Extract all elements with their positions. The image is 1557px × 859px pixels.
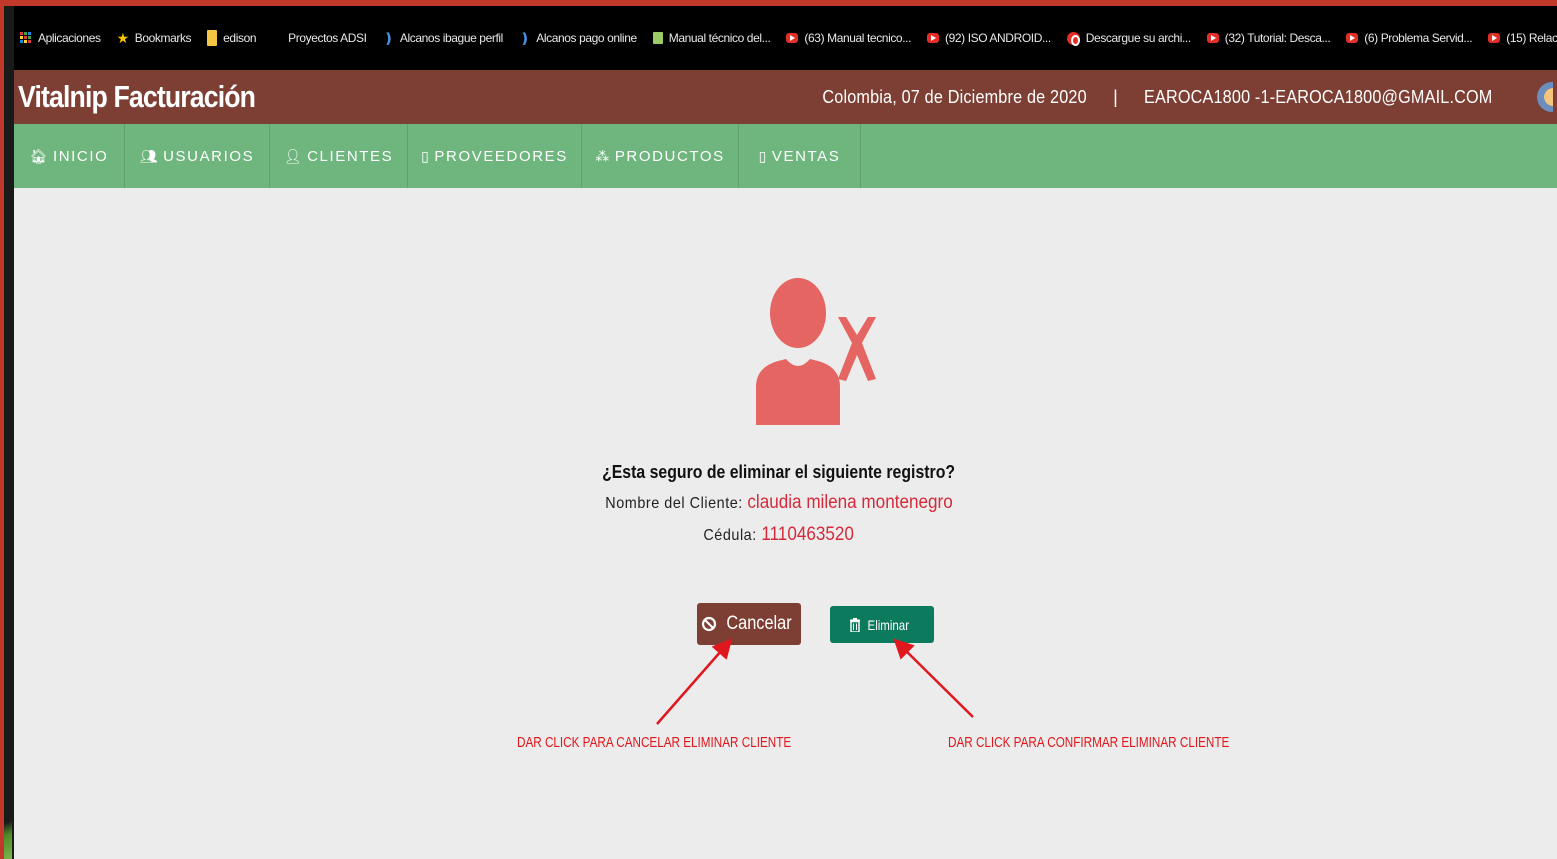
confirm-annotation: DAR CLICK PARA CONFIRMAR ELIMINAR CLIENT… bbox=[948, 734, 1309, 751]
nav-item-clientes[interactable]: 👤︎ CLIENTES bbox=[270, 124, 408, 188]
main-nav: 🏠︎ INICIO 👥︎ USUARIOS 👤︎ CLIENTES ▯ PROVEEDO… bbox=[14, 124, 1557, 188]
alcanos-icon: ❫ bbox=[518, 30, 531, 46]
bookmark-label: Manual técnico del... bbox=[668, 31, 771, 45]
alcanos-icon: ❫ bbox=[382, 30, 395, 46]
client-id-row: Cédula: 1110463520 bbox=[0, 524, 1557, 546]
bookmark-label: Aplicaciones bbox=[38, 31, 101, 45]
brand-title[interactable]: Vitalnip Facturación bbox=[18, 79, 256, 115]
avatar[interactable] bbox=[1537, 82, 1553, 112]
bookmark-label: Alcanos pago online bbox=[536, 31, 637, 45]
cancel-annotation-text: DAR CLICK PARA CANCELAR ELIMINAR CLIENTE bbox=[517, 734, 792, 751]
ban-icon bbox=[701, 616, 717, 632]
bookmark-label: (92) ISO ANDROID... bbox=[945, 31, 1051, 45]
youtube-icon bbox=[1206, 33, 1219, 43]
bookmark-label: (63) Manual tecnico... bbox=[804, 31, 912, 45]
confirm-annotation-text: DAR CLICK PARA CONFIRMAR ELIMINAR CLIENT… bbox=[948, 734, 1230, 751]
bookmark-label: Alcanos ibague perfil bbox=[399, 31, 503, 45]
bookmark-label: Descargue su archi... bbox=[1085, 31, 1191, 45]
building-icon: ▯ bbox=[421, 147, 431, 164]
client-name-label: Nombre del Cliente: bbox=[604, 495, 743, 512]
home-icon: 🏠︎ bbox=[29, 147, 49, 164]
bookmarks-bar: Aplicaciones ★ Bookmarks edison Proyectos… bbox=[14, 6, 1557, 70]
header-info: Colombia, 07 de Diciembre de 2020 | EARO… bbox=[793, 82, 1557, 112]
bookmark-edison[interactable]: edison bbox=[207, 30, 257, 46]
nav-label: PRODUCTOS bbox=[614, 147, 725, 165]
bookmark-manual-tecnico[interactable]: Manual técnico del... bbox=[652, 31, 771, 45]
client-name-value: claudia milena montenegro bbox=[746, 492, 953, 513]
bookmark-youtube-tutorial[interactable]: (32) Tutorial: Desca... bbox=[1206, 31, 1331, 45]
bookmark-alcanos-perfil[interactable]: ❫ Alcanos ibague perfil bbox=[382, 30, 504, 46]
bookmark-descargue[interactable]: Descargue su archi... bbox=[1066, 31, 1191, 46]
star-icon: ★ bbox=[116, 30, 130, 46]
bookmark-label: edison bbox=[223, 31, 257, 45]
desktop-corner bbox=[0, 799, 12, 859]
window-left-border bbox=[0, 6, 14, 859]
youtube-icon bbox=[786, 33, 799, 43]
cancel-button[interactable]: Cancelar bbox=[697, 603, 801, 645]
nav-item-proveedores[interactable]: ▯ PROVEEDORES bbox=[408, 124, 582, 188]
client-id-value: 1110463520 bbox=[761, 524, 854, 545]
users-icon: 👥︎ bbox=[139, 147, 160, 164]
file-icon: ▯ bbox=[758, 147, 768, 164]
bookmark-alcanos-pago[interactable]: ❫ Alcanos pago online bbox=[519, 31, 637, 45]
header-separator: | bbox=[1113, 86, 1118, 107]
cancel-label: Cancelar bbox=[726, 613, 792, 634]
confirm-question: ¿Esta seguro de eliminar el siguiente re… bbox=[0, 462, 1557, 483]
question-text: ¿Esta seguro de eliminar el siguiente re… bbox=[602, 462, 955, 482]
bookmark-aplicaciones[interactable]: Aplicaciones bbox=[20, 31, 101, 45]
user-icon: 👤︎ bbox=[283, 147, 304, 164]
client-id-label: Cédula: bbox=[703, 527, 757, 544]
cubes-icon: ⁂ bbox=[595, 147, 611, 164]
youtube-icon bbox=[927, 33, 940, 43]
bookmark-youtube-iso[interactable]: (92) ISO ANDROID... bbox=[927, 31, 1051, 45]
bookmark-label: (32) Tutorial: Desca... bbox=[1224, 31, 1331, 45]
apps-grid-icon bbox=[20, 32, 32, 44]
bookmark-label: Bookmarks bbox=[134, 31, 192, 45]
app-header: Vitalnip Facturación Colombia, 07 de Dic… bbox=[14, 70, 1557, 124]
download-icon bbox=[1066, 31, 1080, 46]
user-delete-icon bbox=[756, 278, 876, 425]
document-icon bbox=[652, 32, 663, 44]
header-user: EAROCA1800 -1-EAROCA1800@GMAIL.COM bbox=[1143, 86, 1493, 107]
client-name-row: Nombre del Cliente: claudia milena monte… bbox=[0, 492, 1557, 514]
nav-label: CLIENTES bbox=[307, 147, 394, 165]
folder-icon bbox=[207, 30, 218, 46]
bookmark-youtube-relacionar[interactable]: (15) Relacionar tabl... bbox=[1488, 31, 1557, 45]
bookmark-label: (15) Relacionar tabl... bbox=[1506, 31, 1557, 45]
bookmark-label: (6) Problema Servid... bbox=[1364, 31, 1473, 45]
delete-button[interactable]: Eliminar bbox=[830, 606, 934, 643]
bookmark-youtube-manual[interactable]: (63) Manual tecnico... bbox=[786, 31, 911, 45]
header-date: Colombia, 07 de Diciembre de 2020 bbox=[822, 86, 1088, 107]
bookmark-bookmarks[interactable]: ★ Bookmarks bbox=[117, 31, 192, 45]
nav-label: USUARIOS bbox=[163, 147, 255, 165]
bookmark-proyectos-adsi[interactable]: Proyectos ADSI bbox=[288, 31, 367, 45]
bookmark-youtube-problema[interactable]: (6) Problema Servid... bbox=[1346, 31, 1473, 45]
trash-icon bbox=[850, 617, 861, 632]
bookmark-label: Proyectos ADSI bbox=[288, 31, 367, 45]
youtube-icon bbox=[1346, 33, 1359, 43]
delete-label: Eliminar bbox=[867, 616, 910, 633]
cancel-annotation: DAR CLICK PARA CANCELAR ELIMINAR CLIENTE bbox=[517, 734, 868, 751]
nav-label: PROVEEDORES bbox=[434, 147, 568, 165]
nav-item-productos[interactable]: ⁂ PRODUCTOS bbox=[582, 124, 739, 188]
nav-label: INICIO bbox=[52, 147, 109, 165]
nav-item-inicio[interactable]: 🏠︎ INICIO bbox=[14, 124, 125, 188]
nav-item-ventas[interactable]: ▯ VENTAS bbox=[739, 124, 861, 188]
youtube-icon bbox=[1488, 33, 1501, 43]
nav-item-usuarios[interactable]: 👥︎ USUARIOS bbox=[125, 124, 270, 188]
nav-label: VENTAS bbox=[771, 147, 841, 165]
